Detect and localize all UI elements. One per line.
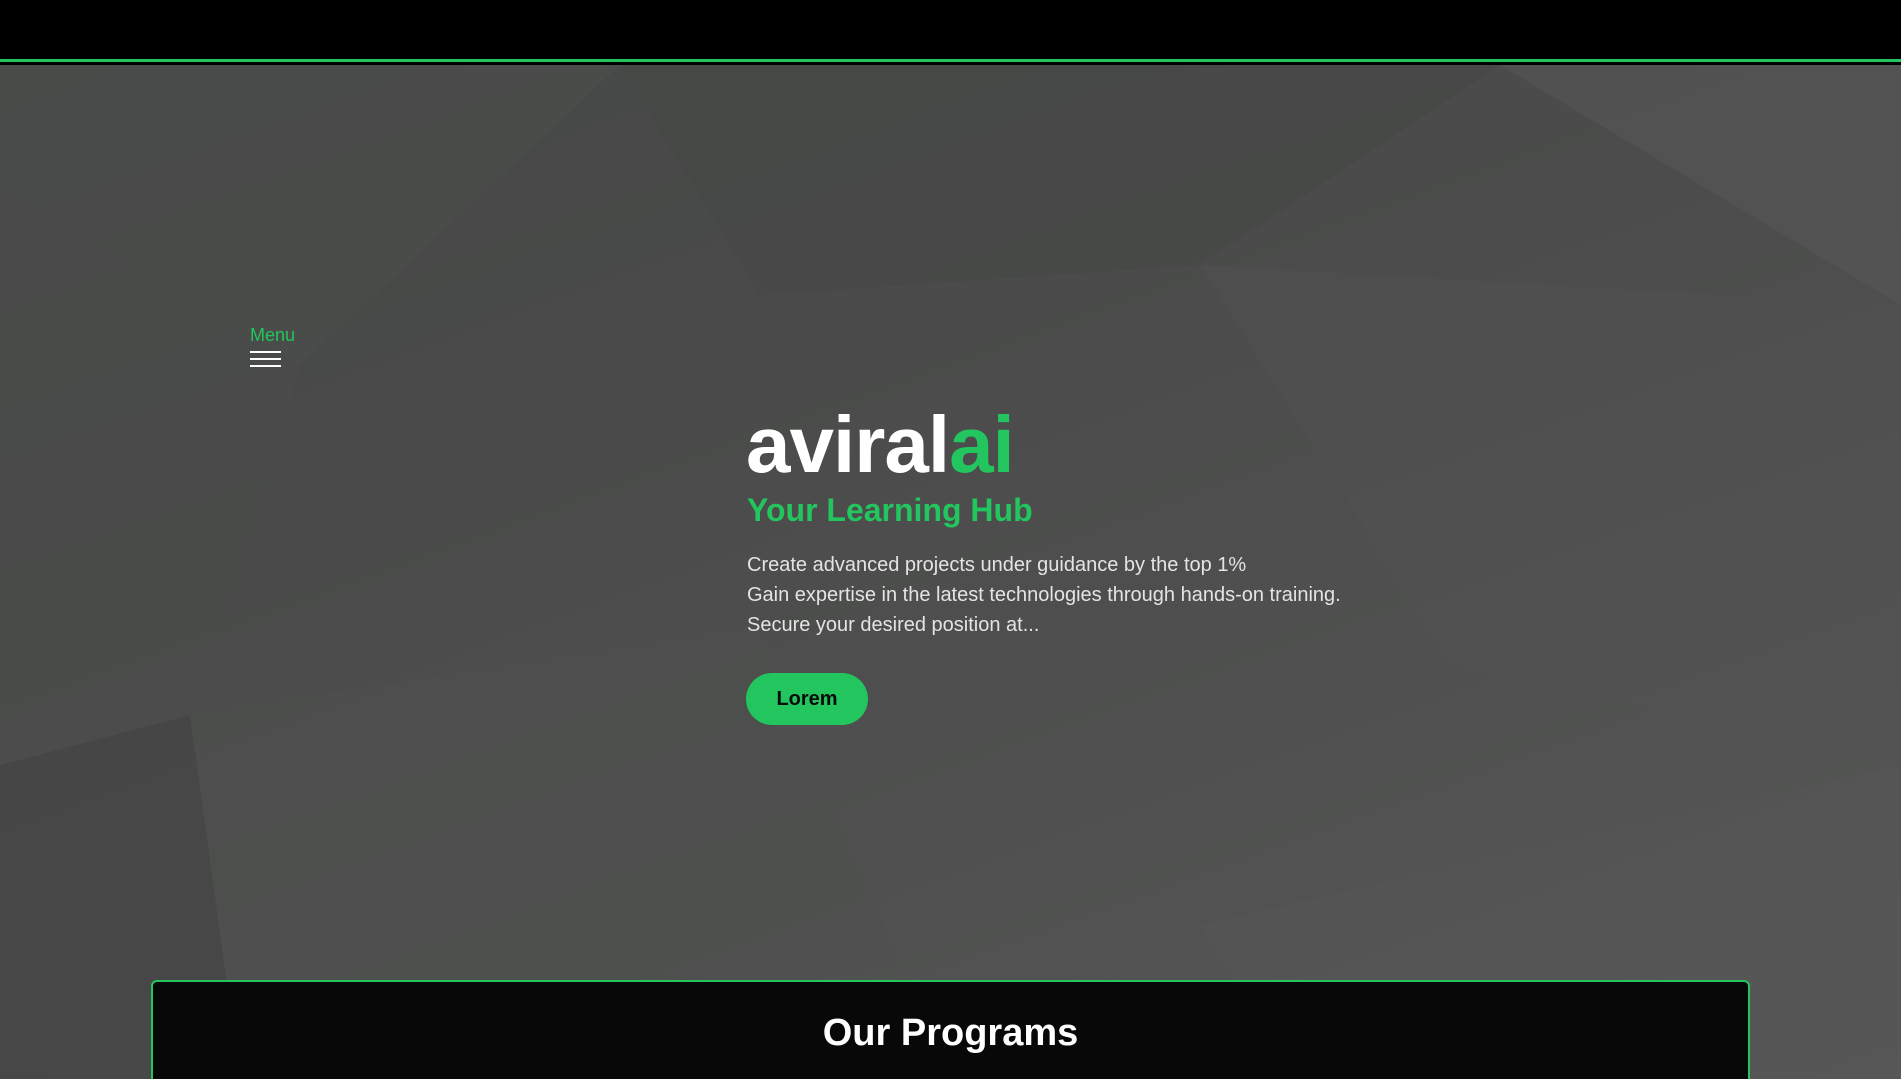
description-line: Secure your desired position at... — [747, 614, 1040, 636]
description-line: Gain expertise in the latest technologie… — [747, 584, 1341, 606]
programs-title: Our Programs — [822, 1012, 1079, 1054]
brand-logo-text: aviralai — [746, 405, 1015, 485]
brand-main: aviral — [746, 400, 950, 489]
menu-toggle[interactable]: Menu — [250, 325, 310, 385]
brand-accent: ai — [949, 400, 1015, 489]
hamburger-icon[interactable] — [250, 351, 281, 367]
hero-tagline: Your Learning Hub — [747, 492, 1033, 528]
menu-label: Menu — [250, 325, 296, 345]
hero-description: Create advanced projects under guidance … — [747, 550, 1341, 640]
cta-button[interactable]: Lorem — [746, 673, 868, 725]
programs-panel: Our Programs — [151, 980, 1750, 1079]
top-bar — [0, 0, 1901, 62]
hero-section: Menu aviralai Your Learning Hub Create a… — [0, 65, 1901, 1079]
description-line: Create advanced projects under guidance … — [747, 554, 1247, 576]
